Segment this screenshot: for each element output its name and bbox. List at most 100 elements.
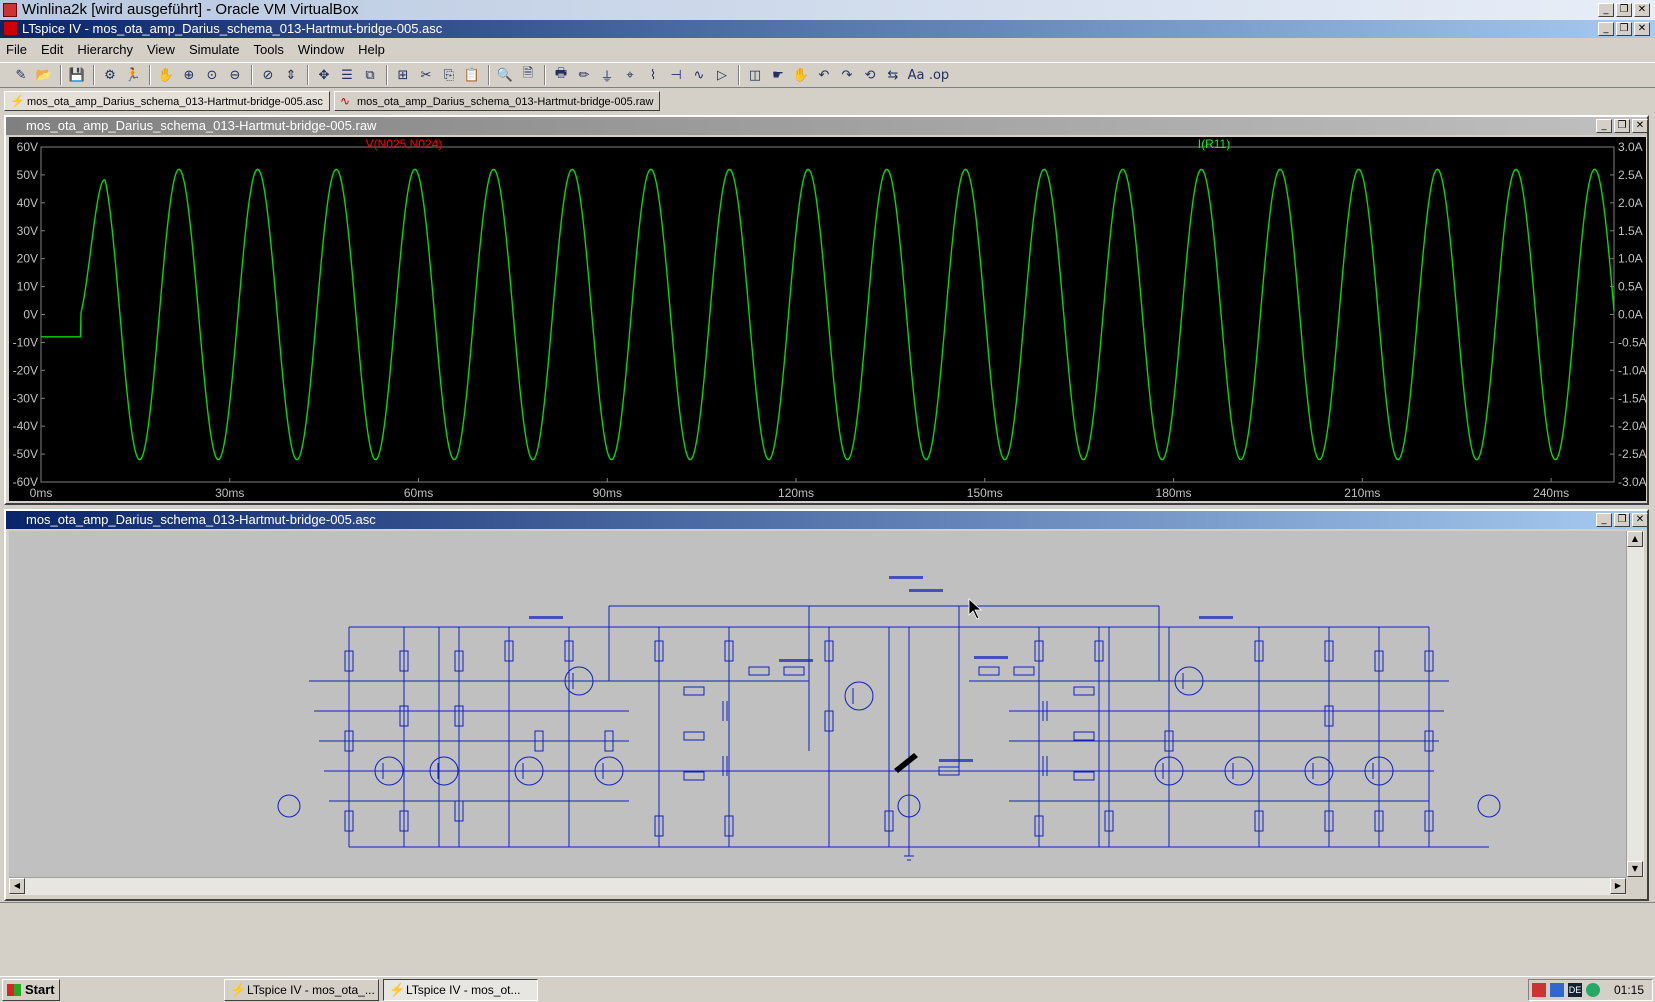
menu-view[interactable]: View [147,42,175,57]
network-icon[interactable] [1531,983,1546,997]
close-icon[interactable]: ✕ [1632,513,1648,527]
minimize-icon[interactable]: _ [1596,513,1612,527]
text-icon[interactable]: Aa [905,64,927,86]
menu-help[interactable]: Help [358,42,385,57]
open-icon[interactable]: 📂 [33,64,55,86]
component-icon[interactable]: ◫ [744,64,766,86]
zoom-out-icon[interactable]: ⊖ [224,64,246,86]
tile-vertical-icon[interactable]: ⊞ [392,64,414,86]
scroll-down-icon[interactable]: ▼ [1627,861,1643,877]
x-tick-label: 210ms [1344,486,1380,500]
ground-icon[interactable]: ⏚ [596,64,618,86]
print-preview-icon[interactable]: 🗎 [517,64,539,86]
drag-icon[interactable]: ☛ [767,64,789,86]
x-tick-label: 60ms [404,486,433,500]
schematic-annotation [529,616,563,619]
resistor-symbol [1013,666,1035,676]
autorange-icon[interactable]: ⇕ [280,64,302,86]
globe-icon[interactable] [1585,983,1600,997]
resistor-symbol [1073,771,1095,781]
language-icon[interactable]: DE [1567,983,1582,997]
paste-icon[interactable]: 📋 [461,64,483,86]
find-icon[interactable]: 🔍 [494,64,516,86]
print-icon[interactable]: 🖶 [550,64,572,86]
app-title: LTspice IV - mos_ota_amp_Darius_schema_0… [22,21,443,36]
series-label-i[interactable]: I(R11) [1198,137,1230,151]
shield-icon[interactable] [1549,983,1564,997]
toolbar: ✎ 📂 💾 ⚙ 🏃 ✋ ⊕ ⊙ ⊖ ⊘ ⇕ ✥ ☰ ⧉ ⊞ ✂ ⎘ 📋 🔍 🗎 🖶 ✏ ⏚ ⌖ ⌇ ⊣ ∿ ▷ ◫ ☛ ✋ ↶ ↷ ⟲ ⇆ Aa .op [0,62,1655,88]
series-label-v[interactable]: V(N025,N024) [366,137,443,151]
run-icon[interactable]: 🏃 [122,64,144,86]
mirror-icon[interactable]: ⇆ [882,64,904,86]
close-icon[interactable]: ✕ [1632,119,1648,133]
voltage-source-symbol [277,794,301,818]
menu-window[interactable]: Window [298,42,344,57]
schematic-canvas[interactable] [9,531,1626,877]
zoom-fit-icon[interactable]: ⊘ [257,64,279,86]
taskbar-item-ltspice-2[interactable]: ⚡ LTspice IV - mos_ot... [383,978,538,1001]
restore-icon[interactable]: ❐ [1614,513,1630,527]
undo-icon[interactable]: ↶ [813,64,835,86]
new-schematic-icon[interactable]: ✎ [10,64,32,86]
taskbar-item-label: LTspice IV - mos_ot... [406,982,521,997]
x-axis: 0ms 30ms 60ms 90ms 120ms 150ms 180ms 210ms 240ms [30,478,1569,500]
scroll-left-icon[interactable]: ◀ [9,878,25,894]
menu-file[interactable]: File [6,42,27,57]
diode-icon[interactable]: ▷ [711,64,733,86]
tile-cascade-icon[interactable]: ⧉ [359,64,381,86]
toolbar-separator [488,65,490,85]
spice-directive-icon[interactable]: .op [928,64,950,86]
menu-simulate[interactable]: Simulate [189,42,240,57]
zoom-in-icon[interactable]: ⊕ [178,64,200,86]
menu-hierarchy[interactable]: Hierarchy [77,42,133,57]
tile-horizontal-icon[interactable]: ☰ [336,64,358,86]
tab-waveform[interactable]: ∿ mos_ota_amp_Darius_schema_013-Hartmut-… [333,91,661,111]
start-button[interactable]: Start [2,978,60,1001]
zoom-area-icon[interactable]: ⊙ [201,64,223,86]
waveform-plot[interactable]: 60V 50V 40V 30V 20V 10V 0V -10V -20V -30V -40V -50V… [9,137,1646,501]
scroll-right-icon[interactable]: ▶ [1610,878,1626,894]
halt-icon[interactable]: ✋ [155,64,177,86]
taskbar: Start ⚡ LTspice IV - mos_ota_... ⚡ LTspi… [0,976,1655,1002]
horizontal-scrollbar[interactable]: ◀ ▶ [9,877,1626,895]
y-right-tick-label: 0.5A [1618,280,1643,294]
pan-icon[interactable]: ✥ [313,64,335,86]
minimize-icon[interactable]: _ [1596,119,1612,133]
schematic-icon: ⚡ [10,94,25,108]
restore-icon[interactable]: ❐ [1614,119,1630,133]
control-panel-icon[interactable]: ⚙ [99,64,121,86]
y-left-tick-label: -50V [13,447,38,461]
voltage-source-symbol [1477,794,1501,818]
capacitor-icon[interactable]: ⊣ [665,64,687,86]
y-left-tick-label: -20V [13,363,38,377]
restore-icon[interactable]: ❐ [1616,3,1632,17]
y-right-tick-label: 1.5A [1618,224,1643,238]
tab-schematic[interactable]: ⚡ mos_ota_amp_Darius_schema_013-Hartmut-… [4,91,330,111]
cut-icon[interactable]: ✂ [415,64,437,86]
label-net-icon[interactable]: ⌖ [619,64,641,86]
inductor-icon[interactable]: ∿ [688,64,710,86]
vertical-scrollbar[interactable]: ▲ ▼ [1626,531,1644,877]
copy-icon[interactable]: ⎘ [438,64,460,86]
restore-icon[interactable]: ❐ [1616,22,1632,36]
minimize-icon[interactable]: _ [1598,22,1614,36]
x-tick-label: 240ms [1533,486,1569,500]
draw-wire-icon[interactable]: ✏ [573,64,595,86]
rotate-icon[interactable]: ⟲ [859,64,881,86]
y-left-tick-label: -10V [13,335,38,349]
vbox-titlebar: Winlina2k [wird ausgeführt] - Oracle VM … [0,0,1655,20]
close-icon[interactable]: ✕ [1634,3,1650,17]
close-icon[interactable]: ✕ [1634,22,1650,36]
y-right-tick-label: -2.0A [1618,419,1646,433]
y-right-tick-label: 3.0A [1618,140,1643,154]
taskbar-item-ltspice-1[interactable]: ⚡ LTspice IV - mos_ota_... [224,978,379,1001]
toolbar-separator [251,65,253,85]
resistor-icon[interactable]: ⌇ [642,64,664,86]
minimize-icon[interactable]: _ [1598,3,1614,17]
move-icon[interactable]: ✋ [790,64,812,86]
menu-tools[interactable]: Tools [254,42,284,57]
menu-edit[interactable]: Edit [41,42,63,57]
scroll-up-icon[interactable]: ▲ [1627,531,1643,547]
redo-icon[interactable]: ↷ [836,64,858,86]
save-icon[interactable]: 💾 [66,64,88,86]
